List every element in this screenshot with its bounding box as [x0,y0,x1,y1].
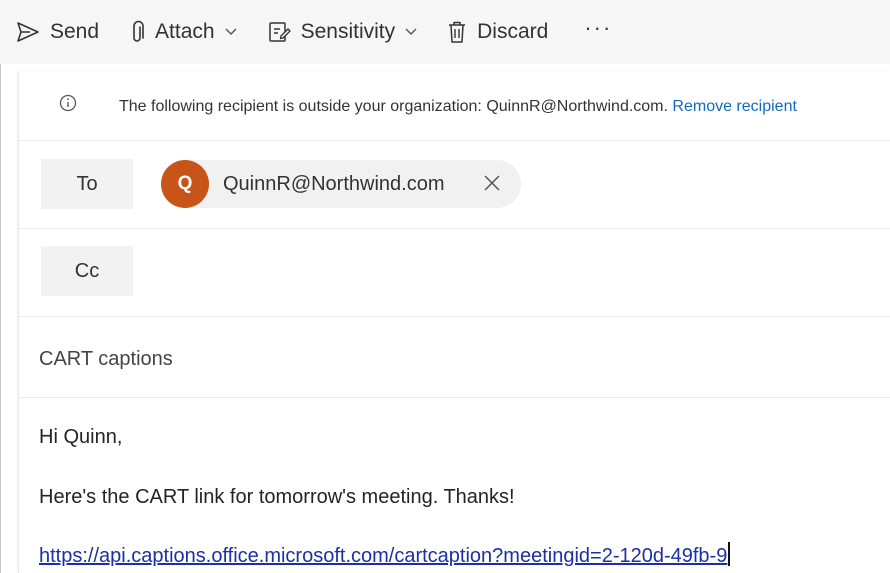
recipient-chip[interactable]: Q QuinnR@Northwind.com [161,160,521,208]
compose-pane: The following recipient is outside your … [18,72,890,573]
more-options-button[interactable]: ··· [584,12,612,52]
text-cursor [728,542,731,566]
divider [19,140,890,141]
to-label: To [76,172,98,195]
recipient-email: QuinnR@Northwind.com [223,172,445,195]
divider [19,228,890,229]
send-label: Send [50,20,100,43]
subject-field[interactable]: CART captions [39,348,173,371]
external-recipient-infobar: The following recipient is outside your … [19,72,890,140]
compose-toolbar: Send Attach Sensitivity Discard ··· [0,0,890,64]
body-link-line: https://api.captions.office.microsoft.co… [39,542,731,568]
trash-icon [449,21,466,43]
avatar: Q [161,160,209,208]
sensitivity-label: Sensitivity [300,20,396,43]
discard-label: Discard [477,20,549,43]
send-icon [17,22,39,42]
more-options-icon: ··· [584,15,613,40]
chevron-down-icon[interactable] [225,28,237,36]
to-button[interactable]: To [41,159,133,209]
sensitivity-button[interactable]: Sensitivity [267,12,418,52]
divider [19,316,890,317]
cart-link[interactable]: https://api.captions.office.microsoft.co… [39,545,727,567]
sensitivity-icon [268,22,291,42]
cc-button[interactable]: Cc [41,246,133,296]
infobar-text: The following recipient is outside your … [119,98,797,116]
infobar-message: The following recipient is outside your … [119,98,668,115]
info-icon [59,94,77,112]
body-greeting: Hi Quinn, [39,426,123,448]
avatar-initial: Q [177,173,193,194]
close-icon[interactable] [483,174,501,192]
divider [19,397,890,398]
paperclip-icon [133,20,144,42]
body-line: Here's the CART link for tomorrow's meet… [39,486,515,508]
cc-label: Cc [74,259,100,282]
discard-button[interactable]: Discard [447,12,548,52]
send-button[interactable]: Send [16,12,99,52]
attach-button[interactable]: Attach [131,12,237,52]
remove-recipient-link[interactable]: Remove recipient [672,98,797,115]
chevron-down-icon[interactable] [405,28,417,36]
attach-label: Attach [155,20,215,43]
